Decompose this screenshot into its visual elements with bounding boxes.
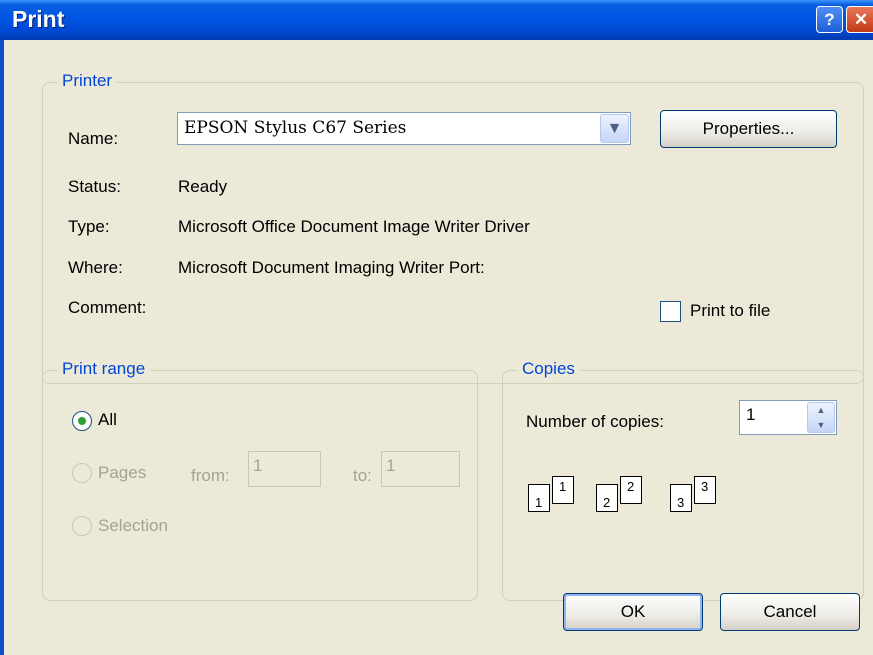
- page-3-back: 3: [694, 476, 716, 504]
- printer-name-value: EPSON Stylus C67 Series: [184, 118, 407, 138]
- selection-label[interactable]: Selection: [98, 516, 168, 536]
- chevron-down-icon[interactable]: ▼: [600, 114, 629, 143]
- page-1-front: 1: [528, 484, 550, 512]
- type-label: Type:: [68, 217, 110, 236]
- print-to-file-label[interactable]: Print to file: [690, 301, 770, 321]
- page-2-back: 2: [620, 476, 642, 504]
- cancel-button[interactable]: Cancel: [720, 593, 860, 631]
- spinner-down-icon[interactable]: ▼: [808, 418, 834, 433]
- printer-legend: Printer: [57, 71, 118, 91]
- number-of-copies-label: Number of copies:: [526, 412, 664, 431]
- type-value: Microsoft Office Document Image Writer D…: [178, 217, 530, 236]
- radio-selected-dot: [78, 417, 86, 425]
- where-label: Where:: [68, 258, 123, 277]
- close-button[interactable]: ✕: [846, 6, 873, 33]
- collate-pages-icon: 1 1 2 2 3 3: [526, 476, 726, 536]
- selection-radio[interactable]: [72, 516, 92, 536]
- spinner-arrows[interactable]: ▲ ▼: [807, 402, 835, 433]
- copies-spinner[interactable]: 1 ▲ ▼: [739, 400, 837, 435]
- status-label: Status:: [68, 177, 121, 196]
- status-value: Ready: [178, 177, 228, 196]
- from-label: from:: [191, 466, 230, 485]
- copies-value: 1: [746, 405, 756, 424]
- to-input[interactable]: 1: [381, 451, 460, 487]
- pages-radio[interactable]: [72, 463, 92, 483]
- spinner-up-icon[interactable]: ▲: [808, 403, 834, 418]
- print-to-file-checkbox[interactable]: [660, 301, 681, 322]
- to-label: to:: [353, 466, 372, 485]
- ok-button[interactable]: OK: [563, 593, 703, 631]
- page-1-back: 1: [552, 476, 574, 504]
- name-label: Name:: [68, 129, 119, 148]
- print-dialog: Print ? ✕ Printer Name: EPSON Stylus C67…: [0, 0, 873, 655]
- page-3-front: 3: [670, 484, 692, 512]
- help-button[interactable]: ?: [816, 6, 843, 33]
- pages-label[interactable]: Pages: [98, 463, 146, 483]
- all-radio[interactable]: [72, 411, 92, 431]
- print-range-legend: Print range: [57, 359, 151, 379]
- dialog-title: Print: [12, 6, 65, 32]
- close-icon: ✕: [853, 10, 869, 29]
- copies-legend: Copies: [517, 359, 580, 379]
- printer-name-select[interactable]: EPSON Stylus C67 Series ▼: [177, 112, 631, 145]
- help-icon: ?: [824, 10, 835, 29]
- from-input[interactable]: 1: [248, 451, 321, 487]
- dialog-body: Printer Name: EPSON Stylus C67 Series ▼ …: [0, 40, 873, 655]
- all-label[interactable]: All: [98, 410, 117, 430]
- where-value: Microsoft Document Imaging Writer Port:: [178, 258, 485, 277]
- comment-label: Comment:: [68, 298, 147, 317]
- properties-button[interactable]: Properties...: [660, 110, 837, 148]
- title-bar[interactable]: Print ? ✕: [0, 0, 873, 40]
- page-2-front: 2: [596, 484, 618, 512]
